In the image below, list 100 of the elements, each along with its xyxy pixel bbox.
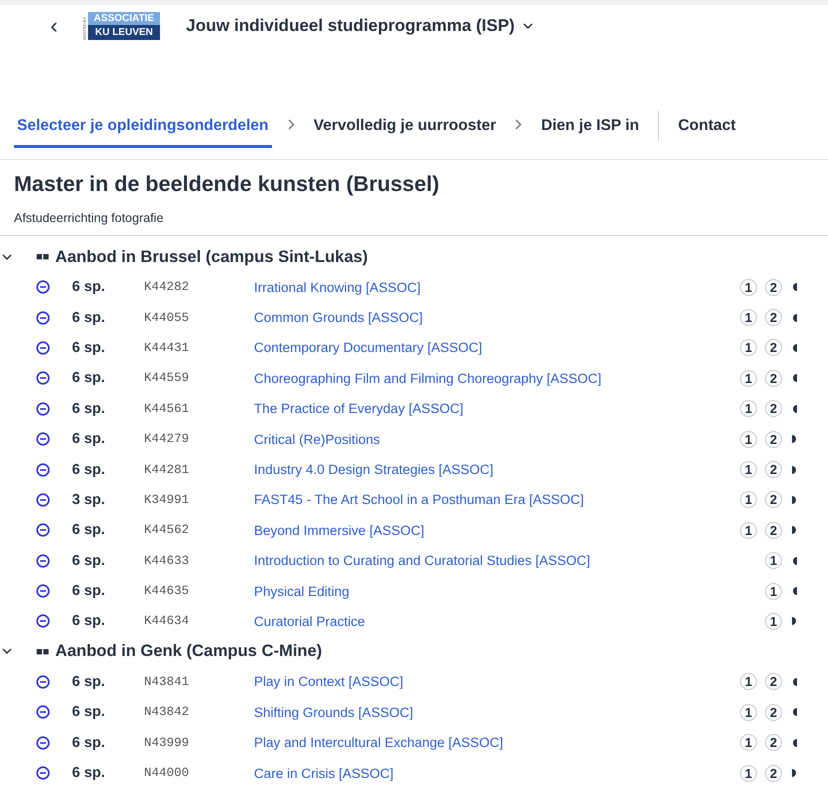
course-code: K44633 [144,554,190,568]
course-link[interactable]: Industry 4.0 Design Strategies [ASSOC] [254,462,724,478]
course-credits: 6 sp. [72,552,106,569]
course-code: K44561 [144,402,190,416]
course-credits: 6 sp. [72,431,106,448]
course-credits: 6 sp. [72,583,106,600]
course-code: K44281 [144,462,190,477]
step-tab[interactable]: Selecteer je opleidingsonderdelen [14,106,272,148]
semester-badge: 1 [740,400,757,418]
course-link[interactable]: Shifting Grounds [ASSOC] [254,704,724,720]
semester-badge: 1 [740,673,757,690]
remove-circle-icon[interactable] [36,371,50,386]
course-credits: 6 sp. [72,400,106,417]
course-code: K44559 [144,371,190,386]
course-link[interactable]: Play and Intercultural Exchange [ASSOC] [254,735,724,750]
remove-circle-icon[interactable] [36,736,50,750]
course-credits: 6 sp. [72,765,106,782]
semester-badge: 1 [740,704,757,721]
remove-circle-icon[interactable] [36,462,50,477]
semester-badge: 2 [765,339,782,356]
step-tab[interactable]: Contact [675,106,739,148]
group-marker: ■■ [36,646,50,658]
course-code: N44000 [144,766,190,780]
remove-circle-icon[interactable] [36,492,50,507]
course-link[interactable]: Irrational Knowing [ASSOC] [254,280,724,295]
semester-badge: 1 [765,552,782,570]
semester-badge: 2 [765,704,782,721]
remove-circle-icon[interactable] [36,705,50,720]
course-link[interactable]: FAST45 - The Art School in a Posthuman Era [ASSOC] [254,492,724,508]
back-button[interactable]: ‹ [42,13,66,39]
course-credits: 6 sp. [72,462,106,478]
semester-badge: 1 [740,309,757,326]
course-credits: 6 sp. [72,734,106,751]
semester-badge: 1 [740,430,757,448]
course-code: K44635 [144,584,190,598]
course-code: K44562 [144,523,190,538]
remove-circle-icon[interactable] [36,310,50,325]
course-link[interactable]: Contemporary Documentary [ASSOC] [254,340,724,356]
remove-circle-icon[interactable] [36,584,50,598]
remove-circle-icon[interactable] [36,280,50,294]
step-tab[interactable]: Vervolledig je uurrooster [310,106,500,148]
remove-circle-icon[interactable] [36,766,50,780]
course-link[interactable]: Critical (Re)Positions [254,432,724,447]
group-title: Aanbod in Genk (Campus C-Mine) [55,642,322,662]
course-link[interactable]: Beyond Immersive [ASSOC] [254,522,724,538]
course-code: N43999 [144,736,190,750]
course-credits: 6 sp. [72,279,106,296]
semester-badge: 1 [740,370,757,387]
semester-badge: 2 [765,309,782,326]
semester-badge: 2 [765,764,782,782]
remove-circle-icon[interactable] [36,614,50,628]
course-code: K44055 [144,310,190,325]
course-link[interactable]: The Practice of Everyday [ASSOC] [254,401,724,416]
chevron-down-icon[interactable] [2,648,12,656]
semester-badge: 1 [740,491,757,508]
program-title: Master in de beeldende kunsten (Brussel) [14,172,440,197]
course-code: N43842 [144,705,190,720]
semester-badge: 1 [740,339,757,356]
course-link[interactable]: Physical Editing [254,584,724,599]
course-code: K44431 [144,340,190,355]
semester-badge: 1 [740,734,757,752]
app-title-menu[interactable]: Jouw individueel studieprogramma (ISP) [186,16,533,36]
semester-badge: 2 [765,400,782,418]
remove-circle-icon[interactable] [36,402,50,416]
course-code: K44634 [144,614,190,628]
semester-badge: 1 [765,612,782,630]
course-credits: 6 sp. [72,340,106,356]
course-link[interactable]: Choreographing Film and Filming Choreography [ASSOC] [254,370,724,386]
remove-circle-icon[interactable] [36,340,50,355]
semester-badge: 2 [765,673,782,690]
program-subtitle: Afstudeerrichting fotografie [14,211,164,225]
step-tab[interactable]: Dien je ISP in [538,106,642,148]
semester-badge: 1 [740,764,757,782]
course-link[interactable]: Curatorial Practice [254,614,724,629]
course-link[interactable]: Play in Context [ASSOC] [254,674,724,690]
course-code: K34991 [144,492,190,507]
chevron-down-icon[interactable] [2,254,12,260]
semester-badge: 1 [740,278,757,296]
chevron-down-icon [522,22,533,30]
remove-circle-icon[interactable] [36,523,50,538]
course-credits: 6 sp. [72,522,106,538]
course-credits: 3 sp. [72,492,106,508]
semester-badge: 2 [765,522,782,539]
semester-badge: 2 [765,370,782,387]
remove-circle-icon[interactable] [36,432,50,446]
remove-circle-icon[interactable] [36,674,50,689]
course-code: K44279 [144,432,190,446]
course-credits: 6 sp. [72,370,106,386]
semester-badge: 1 [765,582,782,600]
group-marker: ■■ [36,251,50,263]
semester-badge: 2 [765,461,782,478]
remove-circle-icon[interactable] [36,554,50,568]
semester-badge: 2 [765,491,782,508]
course-credits: 6 sp. [72,613,106,630]
semester-badge: 2 [765,734,782,752]
course-link[interactable]: Introduction to Curating and Curatorial Studies [ASSOC] [254,553,724,568]
course-link[interactable]: Common Grounds [ASSOC] [254,310,724,326]
course-code: N43841 [144,674,190,689]
semester-badge: 2 [765,278,782,296]
course-link[interactable]: Care in Crisis [ASSOC] [254,766,724,781]
